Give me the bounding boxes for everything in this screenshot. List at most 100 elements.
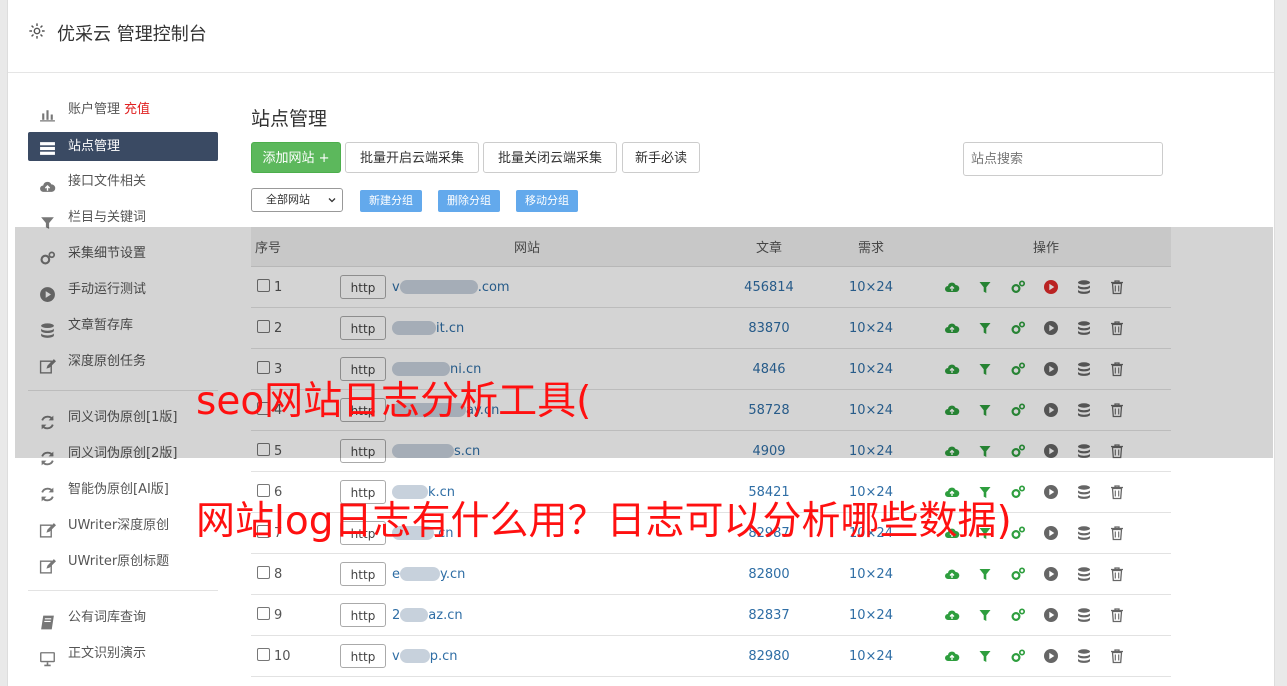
play-circle-icon[interactable] [1043, 566, 1059, 582]
cell-site: http 2 az.cn [336, 594, 718, 636]
trash-icon[interactable] [1109, 484, 1125, 500]
play-circle-icon[interactable] [1043, 648, 1059, 664]
row-number: 10 [274, 649, 291, 664]
domain-prefix: e [392, 566, 400, 582]
new-group-button[interactable]: 新建分组 [360, 190, 422, 212]
sidebar-item-items2-2[interactable]: 智能伪原创[AI版] [28, 472, 218, 508]
database-icon[interactable] [1076, 566, 1092, 582]
cloud-upload-icon[interactable] [944, 566, 960, 582]
site-search-input[interactable] [963, 142, 1163, 176]
delete-group-button[interactable]: 删除分组 [438, 190, 500, 212]
refresh-icon [39, 482, 56, 502]
cogs-icon[interactable] [1010, 648, 1026, 664]
cell-no: 10 [251, 635, 336, 677]
filter-icon[interactable] [977, 566, 993, 582]
sidebar-item-label: 公有词库查询 [68, 610, 147, 625]
monitor-icon [39, 646, 56, 667]
play-circle-icon[interactable] [1043, 484, 1059, 500]
row-checkbox[interactable] [257, 566, 270, 579]
play-circle-icon[interactable] [1043, 607, 1059, 623]
cell-demand[interactable]: 10×24 [820, 553, 922, 595]
cell-articles[interactable]: 82980 [718, 635, 820, 677]
sidebar-item-items3-0[interactable]: 公有词库查询 [28, 600, 218, 636]
edit-icon [39, 554, 56, 574]
batch-close-cloud-button[interactable]: 批量关闭云端采集 [483, 142, 617, 173]
sidebar-item-items-2[interactable]: 接口文件相关 [28, 164, 218, 200]
cell-articles[interactable]: 82800 [718, 553, 820, 595]
row-checkbox[interactable] [257, 648, 270, 661]
trash-icon[interactable] [1109, 648, 1125, 664]
cell-ops [922, 594, 1171, 636]
redacted-blur [400, 608, 429, 622]
page-title: 站点管理 [251, 108, 328, 130]
row-number: 9 [274, 608, 283, 623]
sidebar-divider [28, 590, 218, 591]
app-title: 优采云 管理控制台 [57, 24, 207, 45]
edit-icon [39, 518, 56, 538]
gear-icon[interactable] [28, 22, 46, 40]
sidebar-item-label: 正文识别演示 [68, 646, 147, 661]
redacted-blur [400, 567, 440, 581]
site-domain-link[interactable]: 2 az.cn [392, 608, 463, 623]
move-group-button[interactable]: 移动分组 [516, 190, 578, 212]
http-badge[interactable]: http [340, 562, 386, 586]
site-domain-link[interactable]: e y.cn [392, 567, 465, 582]
group-select[interactable]: 全部网站 [251, 188, 343, 212]
sidebar-item-label: UWriter深度原创 [68, 518, 170, 533]
cogs-icon[interactable] [1010, 566, 1026, 582]
sidebar-item-label: 账户管理 [68, 102, 121, 117]
sidebar-item-items2-3[interactable]: UWriter深度原创 [28, 508, 218, 544]
bar-chart-icon [39, 102, 56, 122]
database-icon[interactable] [1076, 525, 1092, 541]
book-icon [39, 610, 56, 630]
database-icon[interactable] [1076, 484, 1092, 500]
watermark-line-1: seo网站日志分析工具( [196, 379, 592, 424]
recharge-link[interactable]: 充值 [124, 102, 150, 117]
filter-icon [39, 210, 56, 229]
row-checkbox[interactable] [257, 607, 270, 620]
cell-site: http e y.cn [336, 553, 718, 595]
cloud-upload-icon [39, 174, 56, 192]
domain-prefix: 2 [392, 607, 401, 623]
filter-icon[interactable] [977, 648, 993, 664]
cogs-icon[interactable] [1010, 525, 1026, 541]
cell-articles[interactable]: 82837 [718, 594, 820, 636]
sidebar-item-label: UWriter原创标题 [68, 554, 170, 569]
database-icon[interactable] [1076, 648, 1092, 664]
domain-suffix: y.cn [440, 566, 466, 582]
sidebar-item-items-0[interactable]: 账户管理 充值 [28, 92, 218, 128]
trash-icon[interactable] [1109, 607, 1125, 623]
batch-open-cloud-button[interactable]: 批量开启云端采集 [345, 142, 479, 173]
cogs-icon[interactable] [1010, 607, 1026, 623]
table-row: 9 http 2 az.cn 82837 10×24 [251, 594, 1171, 636]
database-icon[interactable] [1076, 607, 1092, 623]
chevron-down-icon [328, 198, 336, 203]
site-domain-link[interactable]: v p.cn [392, 649, 457, 664]
sidebar-item-label: 智能伪原创[AI版] [68, 482, 169, 497]
cloud-upload-icon[interactable] [944, 607, 960, 623]
sidebar-item-items3-1[interactable]: 正文识别演示 [28, 636, 218, 672]
cell-site: http v p.cn [336, 635, 718, 677]
trash-icon[interactable] [1109, 525, 1125, 541]
play-circle-icon[interactable] [1043, 525, 1059, 541]
sidebar-item-label: 接口文件相关 [68, 174, 147, 189]
http-badge[interactable]: http [340, 644, 386, 668]
sidebar-item-items2-4[interactable]: UWriter原创标题 [28, 544, 218, 580]
trash-icon[interactable] [1109, 566, 1125, 582]
http-badge[interactable]: http [340, 603, 386, 627]
cell-ops [922, 553, 1171, 595]
cell-demand[interactable]: 10×24 [820, 594, 922, 636]
filter-icon[interactable] [977, 607, 993, 623]
cell-no: 9 [251, 594, 336, 636]
sidebar-item-items-1[interactable]: 站点管理 [28, 132, 218, 161]
cell-demand[interactable]: 10×24 [820, 635, 922, 677]
cogs-icon[interactable] [1010, 484, 1026, 500]
add-site-button[interactable]: 添加网站 + [251, 142, 341, 173]
domain-prefix: v [392, 648, 400, 664]
cell-ops [922, 635, 1171, 677]
group-select-value: 全部网站 [266, 193, 310, 206]
newbie-guide-button[interactable]: 新手必读 [622, 142, 700, 173]
cloud-upload-icon[interactable] [944, 648, 960, 664]
cell-no: 8 [251, 553, 336, 595]
sidebar-item-label: 栏目与关键词 [68, 210, 147, 225]
